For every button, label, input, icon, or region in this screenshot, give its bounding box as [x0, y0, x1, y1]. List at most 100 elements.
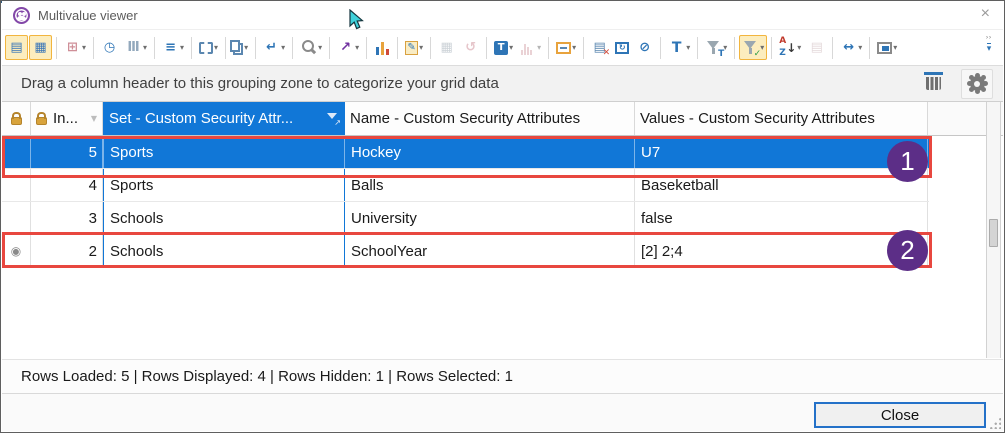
data-grid: In... ▼ Set - Custom Security Attr... Na…	[2, 102, 1003, 359]
trash-icon[interactable]	[926, 77, 941, 90]
cell-index[interactable]: 3	[31, 202, 103, 234]
grid-row-2[interactable]: 4 Sports Balls Baseketball	[2, 169, 929, 202]
cell-values[interactable]: false	[635, 202, 928, 234]
toolbar-items: ▤▦⊞▾◷Ⅲ▾≡▾▾▾↵▾▾↗▾✎▾▦↺T▾▾▾▤↻⊘T▾▾▾↓▾▤↔▾▾	[5, 35, 1000, 60]
sort-az-button[interactable]: ↓▾	[776, 35, 804, 60]
search-button[interactable]: ▾	[297, 35, 325, 60]
edit-document-icon: ✎	[405, 41, 418, 55]
grid-row-4[interactable]: ◉ 2 Schools SchoolYear [2] 2;4	[2, 235, 929, 268]
paste-arrow-icon: ↵	[263, 39, 280, 56]
refresh-data-button[interactable]: ↻	[612, 35, 632, 60]
selection-box-icon	[199, 42, 213, 54]
row-frame-button[interactable]: ▾	[553, 35, 579, 60]
row-indicator-cell[interactable]	[2, 202, 31, 234]
resize-grip[interactable]	[988, 416, 1001, 429]
row-indicator-cell[interactable]: ◉	[2, 235, 31, 267]
merge-cells-button[interactable]: ▦	[435, 35, 458, 60]
grouping-zone[interactable]: Drag a column header to this grouping zo…	[2, 66, 1003, 102]
row-list-button[interactable]: ≡▾	[159, 35, 187, 60]
cell-values[interactable]: [2] 2;4	[635, 235, 928, 267]
dropdown-caret-icon: ▾	[214, 43, 218, 52]
add-row-icon: ⊞	[64, 39, 81, 56]
filter-funnel-icon[interactable]	[327, 112, 339, 125]
cell-index[interactable]: 2	[31, 235, 103, 267]
cell-set[interactable]: Sports	[103, 136, 345, 168]
lock-icon	[36, 117, 47, 125]
dropdown-caret-icon: ▾	[893, 43, 897, 52]
text-format-icon: T	[668, 39, 685, 56]
header-index-column[interactable]: In... ▼	[31, 102, 103, 135]
header-name-label: Name - Custom Security Attributes	[350, 110, 580, 127]
cell-set[interactable]: Sports	[103, 169, 345, 201]
column-width-button[interactable]: ↔▾	[837, 35, 865, 60]
grid-row-3[interactable]: 3 Schools University false	[2, 202, 929, 235]
toolbar-separator	[486, 37, 487, 59]
header-set-column[interactable]: Set - Custom Security Attr...	[103, 102, 345, 135]
filter-text-button[interactable]: ▾	[702, 35, 730, 60]
cell-index[interactable]: 5	[31, 136, 103, 168]
dropdown-caret-icon: ▾	[419, 43, 423, 52]
table-clock-icon: ◷	[101, 39, 118, 56]
export-button[interactable]: ↗▾	[334, 35, 362, 60]
header-lock-column[interactable]	[2, 102, 31, 135]
dropdown-caret-icon: ▾	[143, 43, 147, 52]
dropdown-caret-icon: ▾	[537, 43, 541, 52]
cell-name[interactable]: SchoolYear	[345, 235, 635, 267]
toolbar-separator	[255, 37, 256, 59]
toolbar-separator	[56, 37, 57, 59]
row-numbers-icon: ▤	[808, 39, 825, 56]
toolbar-separator	[225, 37, 226, 59]
cell-values[interactable]: U7	[635, 136, 928, 168]
row-indicator-cell[interactable]	[2, 169, 31, 201]
header-values-column[interactable]: Values - Custom Security Attributes	[635, 102, 928, 135]
table-clock-button[interactable]: ◷	[98, 35, 121, 60]
restore-grid-icon: ↺	[462, 39, 479, 56]
refresh-data-icon: ↻	[615, 42, 629, 54]
filter-text-icon	[705, 39, 722, 56]
text-format-button[interactable]: T▾	[665, 35, 693, 60]
cell-name[interactable]: Balls	[345, 169, 635, 201]
scrollbar-thumb[interactable]	[989, 219, 998, 247]
toolbar-separator	[430, 37, 431, 59]
close-button[interactable]: Close	[814, 402, 986, 428]
layout-rows-button[interactable]: ▤	[5, 35, 28, 60]
vertical-scrollbar[interactable]	[986, 102, 1001, 358]
sort-caret-icon[interactable]: ▼	[91, 114, 97, 123]
conditional-format-icon	[877, 42, 892, 54]
chart-button[interactable]	[371, 35, 393, 60]
conditional-format-button[interactable]: ▾	[874, 35, 900, 60]
cancel-refresh-button[interactable]: ⊘	[633, 35, 656, 60]
toolbar-overflow-button[interactable]: ›› ▾	[981, 35, 997, 53]
restore-grid-button[interactable]: ↺	[459, 35, 482, 60]
grouping-zone-hint: Drag a column header to this grouping zo…	[21, 75, 926, 92]
layout-grid-icon: ▦	[32, 39, 49, 56]
cell-name[interactable]: Hockey	[345, 136, 635, 168]
row-numbers-button[interactable]: ▤	[805, 35, 828, 60]
cell-set[interactable]: Schools	[103, 202, 345, 234]
grid-settings-button[interactable]	[961, 69, 993, 99]
histogram-icon	[520, 41, 536, 55]
layout-grid-button[interactable]: ▦	[29, 35, 52, 60]
selection-box-button[interactable]: ▾	[196, 35, 221, 60]
cell-set[interactable]: Schools	[103, 235, 345, 267]
paste-arrow-button[interactable]: ↵▾	[260, 35, 288, 60]
filter-checked-button[interactable]: ▾	[739, 35, 767, 60]
row-indicator-cell[interactable]	[2, 136, 31, 168]
app-icon	[13, 7, 30, 24]
sort-az-icon: ↓	[779, 39, 796, 56]
grid-row-1[interactable]: 5 Sports Hockey U7	[2, 136, 929, 169]
add-row-button[interactable]: ⊞▾	[61, 35, 89, 60]
copy-button[interactable]: ▾	[230, 35, 251, 60]
edit-document-button[interactable]: ✎▾	[402, 35, 426, 60]
cell-values[interactable]: Baseketball	[635, 169, 928, 201]
delete-rows-button[interactable]: ▤	[588, 35, 611, 60]
header-name-column[interactable]: Name - Custom Security Attributes	[345, 102, 635, 135]
column-chooser-button[interactable]: Ⅲ▾	[122, 35, 150, 60]
cell-index[interactable]: 4	[31, 169, 103, 201]
histogram-button[interactable]: ▾	[517, 35, 544, 60]
toolbar: ▤▦⊞▾◷Ⅲ▾≡▾▾▾↵▾▾↗▾✎▾▦↺T▾▾▾▤↻⊘T▾▾▾↓▾▤↔▾▾ ››…	[2, 30, 1003, 66]
cell-name[interactable]: University	[345, 202, 635, 234]
text-localize-button[interactable]: T▾	[491, 35, 516, 60]
title-bar[interactable]: Multivalue viewer ×	[2, 1, 1003, 30]
close-icon[interactable]: ×	[977, 5, 994, 23]
